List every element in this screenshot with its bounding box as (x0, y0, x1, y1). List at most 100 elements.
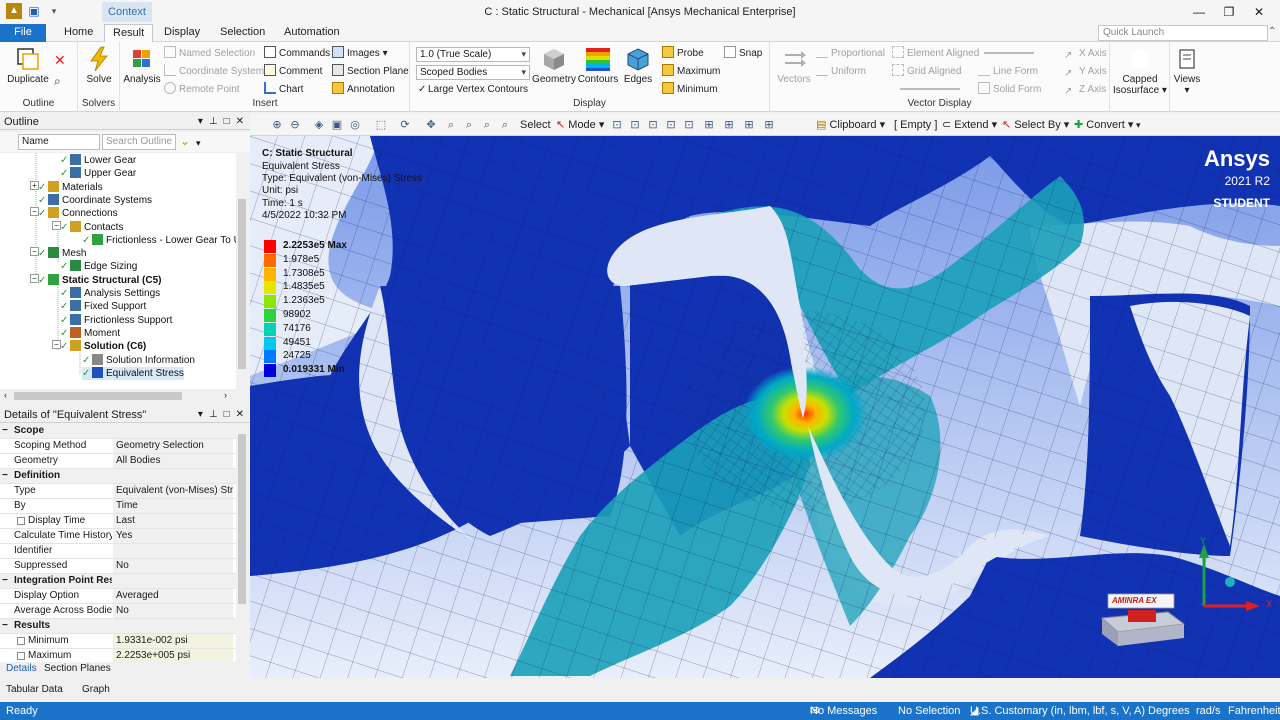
tree-item[interactable]: ✓ Equivalent Stress (82, 366, 184, 380)
tree-item[interactable]: ✓ Mesh (38, 247, 86, 260)
tree-item[interactable]: ✓ Edge Sizing (60, 260, 137, 273)
x-axis-button[interactable]: ↗ X Axis (1064, 46, 1107, 62)
vectors-button[interactable]: Vectors (774, 46, 814, 85)
details-row[interactable]: Scoping Method Geometry Selection (0, 439, 236, 454)
filter-chevron-icon[interactable]: ⌄ (180, 134, 190, 148)
select-node-icon[interactable]: ⊡ (682, 117, 696, 133)
details-value[interactable]: Yes (113, 529, 233, 543)
tab-section-planes[interactable]: Section Planes (44, 663, 111, 674)
box-zoom-icon[interactable]: ⌕ (462, 117, 476, 133)
axis-triad[interactable]: Y X (1186, 536, 1276, 626)
tree-expander-icon[interactable]: + (30, 180, 39, 190)
scroll-left-icon[interactable]: ‹ (4, 390, 7, 400)
images-button[interactable]: Images ▾ (332, 46, 388, 62)
tab-automation[interactable]: Automation (276, 24, 348, 42)
details-value[interactable]: Equivalent (von-Mises) Str... (113, 484, 233, 498)
annotation-button[interactable]: Annotation (332, 82, 395, 98)
graphics-viewport[interactable]: C: Static Structural Equivalent Stress T… (250, 136, 1280, 678)
shaded-view-icon[interactable]: ▣ (330, 117, 344, 133)
vector-length-slider[interactable] (984, 52, 1034, 54)
tab-selection[interactable]: Selection (212, 24, 273, 42)
tree-item[interactable]: ✓ Lower Gear (60, 154, 136, 167)
select-by-dropdown[interactable]: ↖ Select By ▾ (1002, 117, 1069, 133)
tree-expander-icon[interactable]: − (52, 220, 61, 230)
section-collapse-icon[interactable]: − (2, 424, 8, 438)
scroll-thumb[interactable] (238, 434, 246, 604)
details-section-header[interactable]: − Scope (0, 424, 236, 439)
parameter-checkbox[interactable] (17, 652, 25, 660)
select-face-element-icon[interactable]: ⊞ (742, 117, 756, 133)
grid-aligned-button[interactable]: Grid Aligned (892, 64, 961, 80)
status-angle[interactable]: Degrees (1148, 702, 1190, 720)
tree-item[interactable]: ✓ Materials (38, 180, 103, 194)
element-aligned-button[interactable]: Element Aligned (892, 46, 979, 62)
pin-icon[interactable]: ⊥ (209, 407, 218, 423)
maximum-button[interactable]: Maximum (662, 64, 720, 80)
select-face-icon[interactable]: ⊡ (646, 117, 660, 133)
details-value[interactable]: 1.9331e-002 psi (113, 634, 233, 648)
ribbon-collapse-icon[interactable]: ⌃ (1268, 26, 1280, 37)
details-row[interactable]: Type Equivalent (von-Mises) Str... (0, 484, 236, 499)
select-edge-icon[interactable]: ⊡ (628, 117, 642, 133)
chart-button[interactable]: Chart (264, 82, 303, 98)
details-row[interactable]: Display Time Last (0, 514, 236, 529)
zoom-to-fit-icon[interactable]: ⌕ (480, 117, 494, 133)
zoom-icon[interactable]: ⌕ (444, 117, 458, 133)
wireframe-view-icon[interactable]: ◎ (348, 117, 362, 133)
find-icon[interactable]: ⌕ (54, 74, 61, 89)
details-value[interactable]: Averaged (113, 589, 233, 603)
details-row[interactable]: Display Option Averaged (0, 589, 236, 604)
close-icon[interactable]: ✕ (236, 114, 244, 130)
details-value[interactable]: All Bodies (113, 454, 233, 468)
tree-item[interactable]: ✓ Upper Gear (60, 167, 136, 180)
tab-graph[interactable]: Graph (82, 684, 110, 695)
panel-dropdown-icon[interactable]: ▾ (198, 407, 203, 423)
outline-horizontal-scrollbar[interactable]: ‹ › (0, 389, 248, 403)
tree-item[interactable]: ✓ Frictionless - Lower Gear To U (82, 233, 236, 247)
proportional-button[interactable]: Proportional (816, 46, 885, 62)
panel-dropdown-icon[interactable]: ▾ (198, 114, 203, 130)
parameter-checkbox[interactable] (17, 517, 25, 525)
details-section-header[interactable]: − Results (0, 619, 236, 634)
tree-item[interactable]: ✓ Contacts (60, 220, 123, 234)
details-value[interactable]: No (113, 604, 233, 618)
minimize-button[interactable]: — (1184, 2, 1214, 22)
snap-checkbox[interactable]: Snap (724, 46, 762, 62)
status-rate[interactable]: rad/s (1196, 702, 1220, 720)
mode-dropdown[interactable]: ↖ Mode ▾ (556, 117, 604, 133)
select-vertex-icon[interactable]: ⊡ (610, 117, 624, 133)
contours-button[interactable]: Contours (576, 46, 620, 85)
tree-item[interactable]: ✓ Moment (60, 326, 120, 340)
select-all-icon[interactable]: ⊞ (762, 117, 776, 133)
tree-expander-icon[interactable]: − (30, 247, 39, 257)
details-value[interactable]: No (113, 559, 233, 573)
status-temperature[interactable]: Fahrenheit (1228, 702, 1280, 720)
section-collapse-icon[interactable]: − (2, 469, 8, 483)
commands-button[interactable]: Commands (264, 46, 330, 62)
magnifier-icon[interactable]: ⌕ (498, 117, 512, 133)
scroll-thumb[interactable] (238, 199, 246, 369)
details-row[interactable]: Maximum 2.2253e+005 psi (0, 649, 236, 662)
capped-isosurface-button[interactable]: Capped Isosurface ▾ (1112, 46, 1168, 96)
edges-button[interactable]: Edges (620, 46, 656, 85)
extend-dropdown[interactable]: ⊂ Extend ▾ (942, 117, 997, 133)
parameter-checkbox[interactable] (17, 637, 25, 645)
details-vertical-scrollbar[interactable] (236, 424, 248, 662)
details-value[interactable]: Last (113, 514, 233, 528)
tree-item[interactable]: ✓ Connections (38, 207, 118, 220)
select-body-icon[interactable]: ⊡ (664, 117, 678, 133)
scope-select[interactable]: Scoped Bodies (416, 65, 530, 80)
zoom-out-icon[interactable]: ⊖ (288, 117, 302, 133)
tree-item[interactable]: ✓ Coordinate Systems (38, 193, 152, 207)
duplicate-button[interactable]: Duplicate (6, 46, 50, 85)
section-collapse-icon[interactable]: − (2, 574, 8, 588)
uniform-button[interactable]: Uniform (816, 64, 866, 80)
front-view-icon[interactable]: ⬚ (374, 117, 388, 133)
large-vertex-contours-checkbox[interactable]: ✓ Large Vertex Contours (418, 82, 528, 98)
iso-view-icon[interactable]: ◈ (312, 117, 326, 133)
tab-display[interactable]: Display (156, 24, 208, 42)
section-collapse-icon[interactable]: − (2, 619, 8, 633)
toolbar-overflow-icon[interactable]: ▾ (1136, 117, 1141, 133)
tree-item[interactable]: ✓ Solution (C6) (60, 340, 146, 353)
filter-options-icon[interactable]: ▾ (196, 138, 201, 149)
